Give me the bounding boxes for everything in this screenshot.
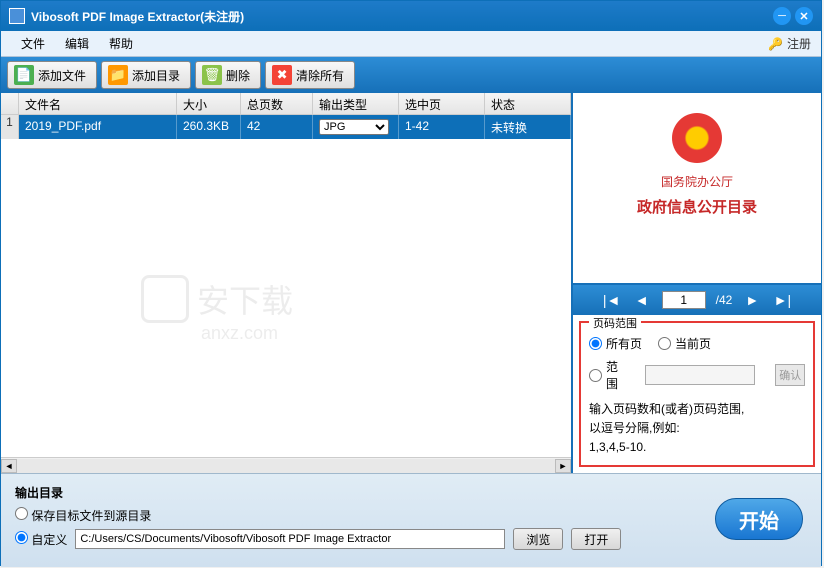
toolbar: 📄 添加文件 📁 添加目录 🗑 删除 ✖ 清除所有 <box>1 57 821 93</box>
radio-current-input[interactable] <box>658 337 671 350</box>
folder-icon: 📁 <box>108 65 128 85</box>
titlebar: Vibosoft PDF Image Extractor(未注册) ─ ✕ <box>1 1 821 31</box>
add-file-icon: 📄 <box>14 65 34 85</box>
output-path-input[interactable] <box>75 529 505 549</box>
col-pages[interactable]: 总页数 <box>241 93 313 114</box>
menu-help[interactable]: 帮助 <box>99 35 143 52</box>
range-help: 输入页码数和(或者)页码范围, 以逗号分隔,例如: 1,3,4,5-10. <box>589 400 805 458</box>
preview-line1: 国务院办公厅 <box>661 173 733 190</box>
add-folder-label: 添加目录 <box>132 67 180 84</box>
register-label: 注册 <box>787 35 811 52</box>
scroll-left-icon[interactable]: ◄ <box>1 459 17 473</box>
col-status[interactable]: 状态 <box>485 93 571 114</box>
add-file-label: 添加文件 <box>38 67 86 84</box>
page-input[interactable] <box>662 291 706 309</box>
col-size[interactable]: 大小 <box>177 93 241 114</box>
row-index: 1 <box>1 115 19 139</box>
output-panel: 输出目录 保存目标文件到源目录 自定义 浏览 打开 开始 <box>1 473 821 567</box>
col-index <box>1 93 19 114</box>
delete-label: 删除 <box>226 67 250 84</box>
horizontal-scrollbar[interactable]: ◄ ► <box>1 457 571 473</box>
emblem-icon <box>672 113 722 163</box>
output-type-select[interactable]: JPG <box>319 119 389 135</box>
register-link[interactable]: 🔑 注册 <box>768 35 811 52</box>
add-folder-button[interactable]: 📁 添加目录 <box>101 61 191 89</box>
page-range-box: 页码范围 所有页 当前页 范围 确认 输入页码数和(或者)页码范围, 以逗号分隔… <box>579 321 815 467</box>
app-icon <box>9 8 25 24</box>
radio-custom-range[interactable]: 范围 <box>589 358 629 392</box>
cell-selected: 1-42 <box>399 115 485 139</box>
range-input[interactable] <box>645 365 755 385</box>
table-header: 文件名 大小 总页数 输出类型 选中页 状态 <box>1 93 571 115</box>
close-button[interactable]: ✕ <box>795 7 813 25</box>
prev-page-button[interactable]: ◄ <box>632 292 652 308</box>
menu-edit[interactable]: 编辑 <box>55 35 99 52</box>
table-row[interactable]: 1 2019_PDF.pdf 260.3KB 42 JPG 1-42 未转换 <box>1 115 571 139</box>
preview-pane: 国务院办公厅 政府信息公开目录 |◄ ◄ /42 ► ►| 页码范围 所有页 当… <box>571 93 821 473</box>
output-label: 输出目录 <box>15 484 807 501</box>
range-legend: 页码范围 <box>589 315 641 331</box>
first-page-button[interactable]: |◄ <box>602 292 622 308</box>
key-icon: 🔑 <box>768 37 783 51</box>
delete-button[interactable]: 🗑 删除 <box>195 61 261 89</box>
clear-all-button[interactable]: ✖ 清除所有 <box>265 61 355 89</box>
radio-save-source[interactable]: 保存目标文件到源目录 <box>15 507 151 524</box>
app-window: Vibosoft PDF Image Extractor(未注册) ─ ✕ 文件… <box>0 0 822 566</box>
cell-status: 未转换 <box>485 115 571 139</box>
col-selected[interactable]: 选中页 <box>399 93 485 114</box>
last-page-button[interactable]: ►| <box>772 292 792 308</box>
watermark-sub: anxz.com <box>201 323 278 344</box>
page-total: /42 <box>716 293 733 307</box>
minimize-button[interactable]: ─ <box>773 7 791 25</box>
add-file-button[interactable]: 📄 添加文件 <box>7 61 97 89</box>
col-type[interactable]: 输出类型 <box>313 93 399 114</box>
radio-all-pages[interactable]: 所有页 <box>589 335 642 352</box>
pager: |◄ ◄ /42 ► ►| <box>573 285 821 315</box>
radio-all-input[interactable] <box>589 337 602 350</box>
cell-pages: 42 <box>241 115 313 139</box>
scroll-track[interactable] <box>17 459 555 473</box>
browse-button[interactable]: 浏览 <box>513 528 563 550</box>
next-page-button[interactable]: ► <box>742 292 762 308</box>
radio-custom-dir[interactable]: 自定义 <box>15 531 67 548</box>
radio-custom-input[interactable] <box>589 369 602 382</box>
menubar: 文件 编辑 帮助 🔑 注册 <box>1 31 821 57</box>
range-confirm-button[interactable]: 确认 <box>775 364 805 386</box>
pdf-preview: 国务院办公厅 政府信息公开目录 <box>573 93 821 285</box>
trash-icon: 🗑 <box>202 65 222 85</box>
window-title: Vibosoft PDF Image Extractor(未注册) <box>31 8 244 25</box>
scroll-right-icon[interactable]: ► <box>555 459 571 473</box>
watermark: 安下载 anxz.com <box>141 275 293 323</box>
clear-all-label: 清除所有 <box>296 67 344 84</box>
col-filename[interactable]: 文件名 <box>19 93 177 114</box>
cell-size: 260.3KB <box>177 115 241 139</box>
menu-file[interactable]: 文件 <box>11 35 55 52</box>
watermark-text: 安下载 <box>197 276 293 322</box>
start-button[interactable]: 开始 <box>715 498 803 540</box>
lock-icon <box>141 275 189 323</box>
clear-icon: ✖ <box>272 65 292 85</box>
file-list-pane: 文件名 大小 总页数 输出类型 选中页 状态 1 2019_PDF.pdf 26… <box>1 93 571 473</box>
preview-line2: 政府信息公开目录 <box>637 196 757 217</box>
radio-current-page[interactable]: 当前页 <box>658 335 711 352</box>
open-button[interactable]: 打开 <box>571 528 621 550</box>
cell-filename: 2019_PDF.pdf <box>19 115 177 139</box>
main-area: 文件名 大小 总页数 输出类型 选中页 状态 1 2019_PDF.pdf 26… <box>1 93 821 473</box>
cell-type: JPG <box>313 115 399 139</box>
table-body: 1 2019_PDF.pdf 260.3KB 42 JPG 1-42 未转换 安… <box>1 115 571 457</box>
